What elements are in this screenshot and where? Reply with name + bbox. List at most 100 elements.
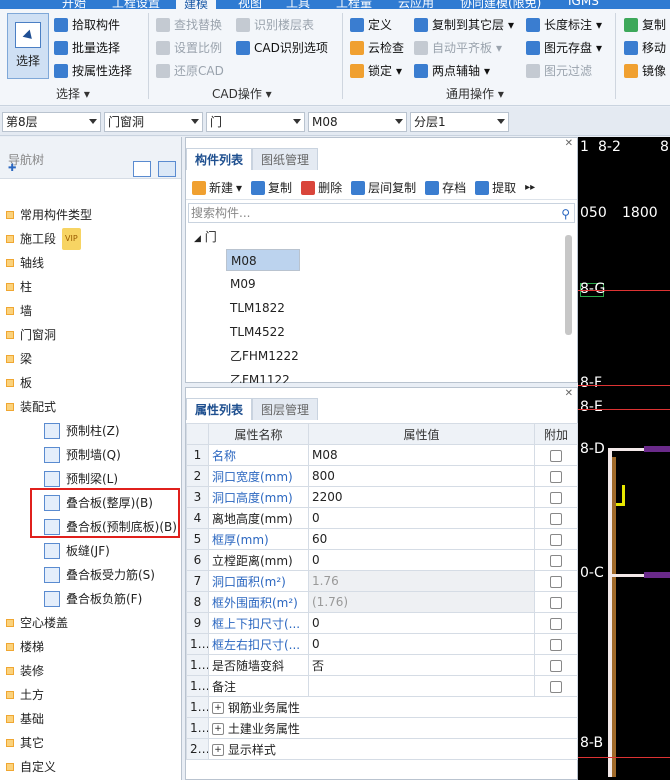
type-select[interactable]: 门	[206, 112, 305, 132]
tab-igms[interactable]: IGMS	[568, 0, 599, 8]
property-value[interactable]: 60	[308, 528, 535, 550]
property-value[interactable]: 0	[308, 633, 535, 655]
property-value[interactable]: 0	[308, 549, 535, 571]
tab-project-settings[interactable]: 工程设置	[112, 0, 160, 9]
tab-drawing-management[interactable]: 图纸管理	[252, 148, 319, 170]
list-view-icon[interactable]	[133, 161, 151, 177]
nav-item-wall[interactable]: 墙	[6, 300, 32, 322]
list-item[interactable]: TLM1822	[226, 297, 289, 319]
length-dimension-button[interactable]: 长度标注 ▾	[526, 15, 602, 35]
nav-item-column[interactable]: 柱	[6, 276, 32, 298]
floor-select[interactable]: 第8层	[2, 112, 101, 132]
copy-to-other-floor-button[interactable]: 复制到其它层 ▾	[414, 15, 514, 35]
category-select[interactable]: 门窗洞	[104, 112, 203, 132]
nav-item-prefab-wall[interactable]: 预制墙(Q)	[44, 444, 121, 466]
checkbox[interactable]	[550, 449, 562, 462]
checkbox[interactable]	[550, 659, 562, 672]
select-by-property-button[interactable]: 按属性选择	[54, 61, 132, 81]
nav-item-slab-neg-rebar[interactable]: 叠合板负筋(F)	[44, 588, 142, 610]
checkbox[interactable]	[550, 533, 562, 546]
table-row[interactable]: 1 名称 M08	[186, 444, 578, 466]
nav-item-beam[interactable]: 梁	[6, 348, 32, 370]
tree-view-icon[interactable]	[158, 161, 176, 177]
delete-button[interactable]: 删除	[301, 179, 342, 196]
tab-modeling[interactable]: 建模	[176, 0, 217, 9]
table-row[interactable]: 10 框左右扣尺寸(... 0	[186, 633, 578, 655]
tab-start[interactable]: 开始	[62, 0, 86, 9]
cad-identify-options-button[interactable]: CAD识别选项	[236, 38, 328, 58]
extract-button[interactable]: 提取	[475, 179, 516, 196]
tab-collab[interactable]: 协同建模(限免)	[460, 0, 541, 9]
property-value[interactable]: 0	[308, 507, 535, 529]
table-row[interactable]: 18 + 土建业务属性	[186, 717, 578, 739]
property-value[interactable]: 否	[308, 654, 535, 676]
pick-component-button[interactable]: 拾取构件	[54, 15, 120, 35]
copy-button[interactable]: 复制	[624, 15, 666, 35]
archive-button[interactable]: 存档	[425, 179, 466, 196]
nav-item-axis[interactable]: 轴线	[6, 252, 44, 274]
copy-component-button[interactable]: 复制	[251, 179, 292, 196]
interfloor-copy-button[interactable]: 层间复制	[351, 179, 416, 196]
close-icon[interactable]: ✕	[565, 138, 573, 149]
nav-item-slab-joint[interactable]: 板缝(JF)	[44, 540, 110, 562]
table-row[interactable]: 9 框上下扣尺寸(... 0	[186, 612, 578, 634]
set-scale-button[interactable]: 设置比例	[156, 38, 222, 58]
new-button[interactable]: 新建 ▾	[192, 179, 242, 196]
tab-layer-management[interactable]: 图层管理	[252, 398, 319, 420]
nav-item-prefab-beam[interactable]: 预制梁(L)	[44, 468, 118, 490]
table-row[interactable]: 4 离地高度(mm) 0	[186, 507, 578, 529]
nav-item-foundation[interactable]: 基础	[6, 708, 44, 730]
tab-property-list[interactable]: 属性列表	[186, 398, 253, 420]
checkbox[interactable]	[550, 680, 562, 693]
table-row[interactable]: 11 是否随墙变斜否	[186, 654, 578, 676]
expand-icon[interactable]: +	[212, 723, 224, 735]
nav-item-custom[interactable]: 自定义	[6, 756, 56, 778]
nav-item-slab-main-rebar[interactable]: 叠合板受力筋(S)	[44, 564, 155, 586]
property-value[interactable]	[308, 675, 535, 697]
nav-item-door-window[interactable]: 门窗洞	[6, 324, 56, 346]
nav-item-other[interactable]: 其它	[6, 732, 44, 754]
element-save-button[interactable]: 图元存盘 ▾	[526, 38, 602, 58]
select-button[interactable]: 选择	[7, 13, 49, 79]
nav-item-decoration[interactable]: 装修	[6, 660, 44, 682]
cloud-check-button[interactable]: 云检查	[350, 38, 404, 58]
component-group-door[interactable]: ◢ 门	[194, 228, 217, 245]
tab-view[interactable]: 视图	[238, 0, 262, 9]
component-search-input[interactable]: 搜索构件... ⚲	[188, 203, 575, 223]
checkbox[interactable]	[550, 491, 562, 504]
move-button[interactable]: 移动	[624, 38, 666, 58]
table-row[interactable]: 7 洞口面积(m²) 1.76	[186, 570, 578, 592]
layer-select[interactable]: 分层1	[410, 112, 509, 132]
nav-item-stairs[interactable]: 楼梯	[6, 636, 44, 658]
tab-component-list[interactable]: 构件列表	[186, 148, 253, 170]
checkbox[interactable]	[550, 512, 562, 525]
list-item[interactable]: 乙FHM1222	[226, 345, 303, 367]
nav-item-construction-stage[interactable]: 施工段 VIP	[6, 228, 81, 250]
checkbox[interactable]	[550, 554, 562, 567]
checkbox[interactable]	[550, 596, 562, 609]
nav-item-prefab-column[interactable]: 预制柱(Z)	[44, 420, 120, 442]
add-icon[interactable]: ✚	[8, 163, 16, 174]
property-value[interactable]: 0	[308, 612, 535, 634]
nav-item-earthwork[interactable]: 土方	[6, 684, 44, 706]
close-icon[interactable]: ✕	[565, 388, 573, 399]
lock-button[interactable]: 锁定 ▾	[350, 61, 402, 81]
table-row[interactable]: 12 备注	[186, 675, 578, 697]
table-row[interactable]: 5 框厚(mm) 60	[186, 528, 578, 550]
auto-align-slab-button[interactable]: 自动平齐板 ▾	[414, 38, 502, 58]
element-filter-button[interactable]: 图元过滤	[526, 61, 592, 81]
two-point-axis-button[interactable]: 两点辅轴 ▾	[414, 61, 490, 81]
scrollbar[interactable]	[565, 235, 572, 335]
expand-icon[interactable]: +	[212, 702, 224, 714]
nav-item-hollow-floor[interactable]: 空心楼盖	[6, 612, 68, 634]
mirror-button[interactable]: 镜像	[624, 61, 666, 81]
checkbox[interactable]	[550, 617, 562, 630]
checkbox[interactable]	[550, 470, 562, 483]
identify-floor-table-button[interactable]: 识别楼层表	[236, 15, 314, 35]
list-item[interactable]: TLM4522	[226, 321, 289, 343]
cad-canvas[interactable]: 1 8-2 8 050 1800 8-G 8-F 8-E 8-D 0-C 8-B	[578, 137, 670, 780]
table-row[interactable]: 3 洞口高度(mm) 2200	[186, 486, 578, 508]
list-item[interactable]: 乙FM1122	[226, 369, 294, 383]
define-button[interactable]: 定义	[350, 15, 392, 35]
table-row[interactable]: 6 立樘距离(mm) 0	[186, 549, 578, 571]
